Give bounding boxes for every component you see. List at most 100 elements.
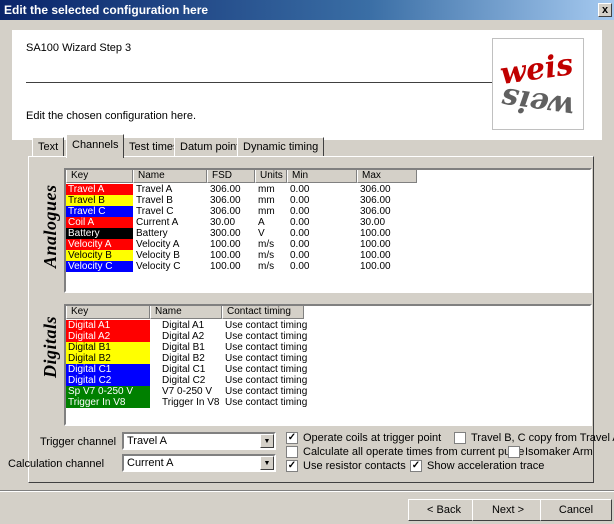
cell-min: 0.00 — [290, 217, 310, 228]
resistor-contacts-checkbox[interactable]: ✓ Use resistor contacts — [286, 460, 406, 472]
cell-units: m/s — [258, 239, 275, 250]
table-row[interactable]: Battery Battery 300.00 V 0.00 100.00 — [66, 228, 417, 239]
analogues-table[interactable]: Key Name FSD Units Min Max Travel A Trave… — [64, 168, 592, 293]
cell-key: Digital C2 — [66, 375, 150, 386]
col-fsd[interactable]: FSD — [207, 170, 255, 183]
calculation-channel-value: Current A — [127, 457, 174, 469]
calc-operate-times-checkbox[interactable]: Calculate all operate times from current… — [286, 446, 524, 458]
cell-fsd: 306.00 — [210, 206, 241, 217]
checkbox-box — [286, 446, 298, 458]
digitals-table[interactable]: Key Name Contact timing Digital A1 Digita… — [64, 304, 592, 426]
isomaker-arm-checkbox[interactable]: Isomaker Arm — [508, 446, 593, 458]
checkbox-box: ✓ — [286, 460, 298, 472]
trigger-channel-value: Travel A — [127, 435, 167, 447]
cell-min: 0.00 — [290, 239, 310, 250]
close-button[interactable]: x — [598, 3, 612, 17]
trigger-channel-label: Trigger channel — [40, 436, 117, 448]
chevron-down-icon[interactable]: ▼ — [260, 434, 274, 448]
table-row[interactable]: Digital C2 Digital C2 Use contact timing — [66, 375, 342, 386]
cell-key: Velocity A — [66, 239, 133, 250]
cell-name: Digital C1 — [162, 364, 206, 375]
col-name[interactable]: Name — [150, 306, 222, 319]
checkbox-label: Isomaker Arm — [525, 446, 593, 458]
col-units[interactable]: Units — [255, 170, 287, 183]
tab-dynamic-timing[interactable]: Dynamic timing — [237, 137, 325, 157]
cell-timing: Use contact timing — [225, 353, 308, 364]
cell-name: V7 0-250 V — [162, 386, 213, 397]
checkbox-label: Calculate all operate times from current… — [303, 446, 525, 458]
cell-timing: Use contact timing — [225, 342, 308, 353]
calculation-channel-select[interactable]: Current A ▼ — [122, 454, 276, 472]
tab-channels[interactable]: Channels — [66, 134, 125, 158]
table-row[interactable]: Digital B2 Digital B2 Use contact timing — [66, 353, 342, 364]
logo-text-bottom: weis — [499, 80, 576, 125]
header-panel: SA100 Wizard Step 3 Edit the chosen conf… — [12, 30, 602, 140]
cell-key: Trigger In V8 — [66, 397, 150, 408]
col-key[interactable]: Key — [66, 170, 133, 183]
cell-key: Travel B — [66, 195, 133, 206]
table-row[interactable]: Digital A1 Digital A1 Use contact timing — [66, 320, 342, 331]
cell-name: Digital C2 — [162, 375, 206, 386]
cell-units: m/s — [258, 250, 275, 261]
table-row[interactable]: Trigger In V8 Trigger In V8 Use contact ti… — [66, 397, 342, 408]
checkbox-box — [454, 432, 466, 444]
chevron-down-icon[interactable]: ▼ — [260, 456, 274, 470]
cell-key: Digital B2 — [66, 353, 150, 364]
cancel-button[interactable]: Cancel — [540, 499, 612, 521]
cell-name: Digital A1 — [162, 320, 205, 331]
table-row[interactable]: Velocity A Velocity A 100.00 m/s 0.00 100.00 — [66, 239, 417, 250]
tab-text[interactable]: Text — [32, 137, 65, 157]
header-divider — [26, 82, 502, 84]
table-row[interactable]: Travel A Travel A 306.00 mm 0.00 306.00 — [66, 184, 417, 195]
table-row[interactable]: Sp V7 0-250 V V7 0-250 V Use contact timin… — [66, 386, 342, 397]
cell-name: Battery — [136, 228, 168, 239]
cell-timing: Use contact timing — [225, 320, 308, 331]
cell-key: Velocity C — [66, 261, 133, 272]
table-row[interactable]: Velocity B Velocity B 100.00 m/s 0.00 100.00 — [66, 250, 417, 261]
checkbox-box: ✓ — [410, 460, 422, 472]
cell-timing: Use contact timing — [225, 375, 308, 386]
travel-copy-checkbox[interactable]: Travel B, C copy from Travel A — [454, 432, 614, 444]
cell-fsd: 306.00 — [210, 195, 241, 206]
table-row[interactable]: Digital A2 Digital A2 Use contact timing — [66, 331, 342, 342]
cell-min: 0.00 — [290, 206, 310, 217]
cell-key: Digital A1 — [66, 320, 150, 331]
table-row[interactable]: Digital C1 Digital C1 Use contact timing — [66, 364, 342, 375]
table-row[interactable]: Velocity C Velocity C 100.00 m/s 0.00 100.00 — [66, 261, 417, 272]
back-button[interactable]: < Back — [408, 499, 480, 521]
col-key[interactable]: Key — [66, 306, 150, 319]
table-row[interactable]: Travel B Travel B 306.00 mm 0.00 306.00 — [66, 195, 417, 206]
col-max[interactable]: Max — [357, 170, 417, 183]
cell-min: 0.00 — [290, 195, 310, 206]
next-button[interactable]: Next > — [472, 499, 544, 521]
cell-fsd: 100.00 — [210, 250, 241, 261]
cell-key: Travel C — [66, 206, 133, 217]
tab-label: Channels — [72, 139, 119, 151]
cell-name: Velocity C — [136, 261, 181, 272]
cell-units: mm — [258, 195, 275, 206]
col-name[interactable]: Name — [133, 170, 207, 183]
cell-units: m/s — [258, 261, 275, 272]
col-contact-timing[interactable]: Contact timing — [222, 306, 304, 319]
table-header: Key Name FSD Units Min Max — [66, 170, 417, 183]
col-min[interactable]: Min — [287, 170, 357, 183]
acceleration-trace-checkbox[interactable]: ✓ Show acceleration trace — [410, 460, 544, 472]
cell-max: 306.00 — [360, 206, 391, 217]
subtitle-label: Edit the chosen configuration here. — [26, 110, 197, 122]
cell-max: 100.00 — [360, 239, 391, 250]
tab-label: Test times — [129, 141, 179, 153]
table-row[interactable]: Digital B1 Digital B1 Use contact timing — [66, 342, 342, 353]
cell-max: 100.00 — [360, 250, 391, 261]
cell-name: Digital A2 — [162, 331, 205, 342]
cell-name: Travel C — [136, 206, 174, 217]
operate-coils-checkbox[interactable]: ✓ Operate coils at trigger point — [286, 432, 441, 444]
table-row[interactable]: Travel C Travel C 306.00 mm 0.00 306.00 — [66, 206, 417, 217]
cell-min: 0.00 — [290, 184, 310, 195]
cell-max: 100.00 — [360, 228, 391, 239]
digitals-section-label: Digitals — [40, 315, 60, 378]
trigger-channel-select[interactable]: Travel A ▼ — [122, 432, 276, 450]
cell-timing: Use contact timing — [225, 397, 308, 408]
title-bar: Edit the selected configuration here x — [0, 0, 614, 20]
table-row[interactable]: Coil A Current A 30.00 A 0.00 30.00 — [66, 217, 417, 228]
checkbox-label: Operate coils at trigger point — [303, 432, 442, 444]
